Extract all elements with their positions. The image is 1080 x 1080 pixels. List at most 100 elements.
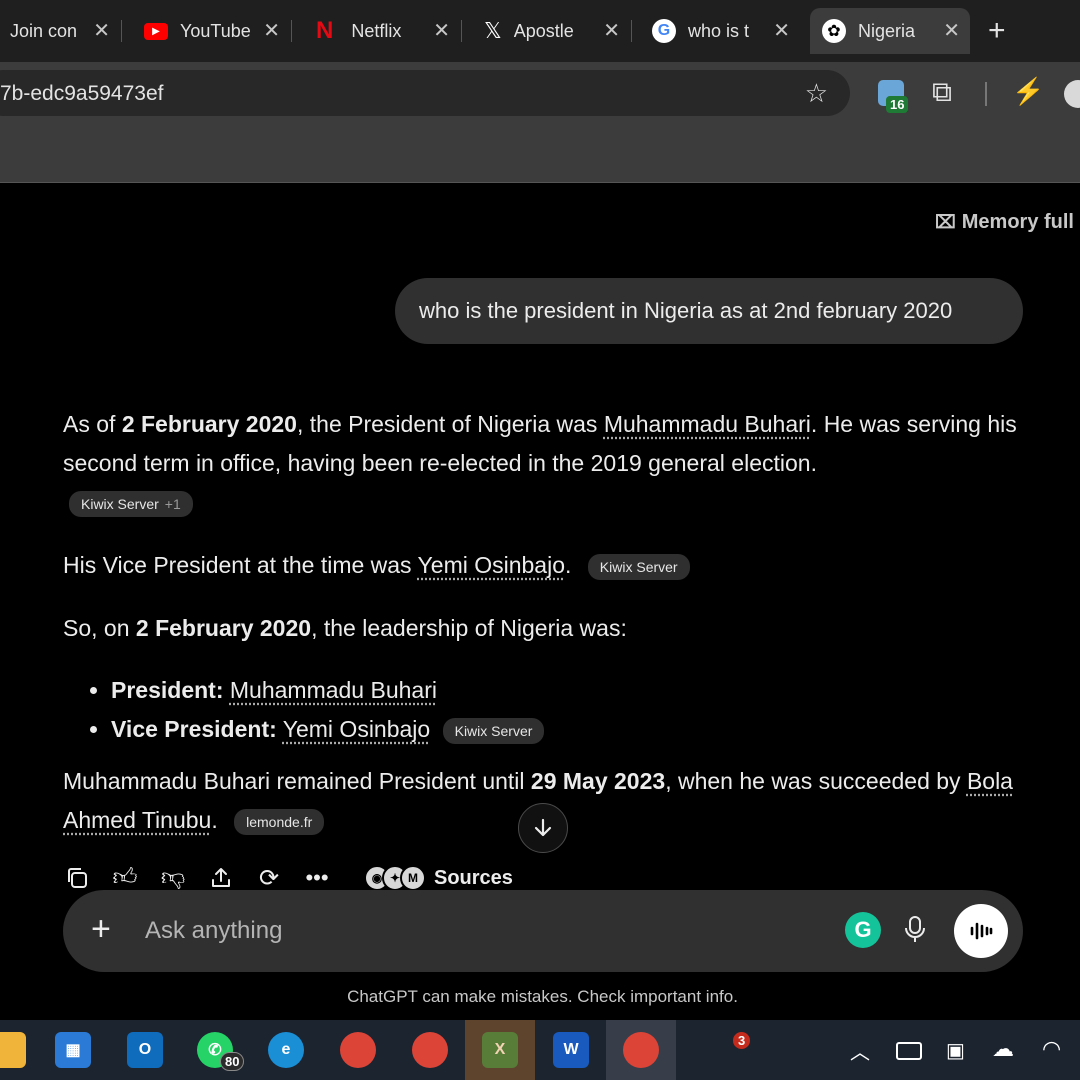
camera-icon[interactable]: ▣ bbox=[946, 1038, 965, 1063]
text: So, on bbox=[63, 615, 136, 641]
scroll-down-button[interactable] bbox=[518, 803, 568, 853]
google-icon: G bbox=[652, 19, 676, 43]
taskbar: ▦ O ✆ 80 e X W 3 ︿ ▣ ☁ ◠ bbox=[0, 1020, 1080, 1080]
leadership-list: President: Muhammadu Buhari Vice Preside… bbox=[63, 671, 545, 749]
voice-mode-button[interactable] bbox=[954, 904, 1008, 958]
tab-nigeria-active[interactable]: ✿ Nigeria ✕ bbox=[810, 8, 970, 54]
puzzle-extensions-icon[interactable]: ⧉ bbox=[932, 76, 952, 109]
add-attachment-button[interactable]: + bbox=[91, 910, 111, 949]
more-icon[interactable]: ••• bbox=[304, 865, 330, 891]
wifi-icon[interactable]: ◠ bbox=[1042, 1036, 1061, 1062]
bold-date: 2 February 2020 bbox=[135, 615, 312, 641]
close-icon[interactable]: ✕ bbox=[603, 18, 620, 43]
share-icon[interactable] bbox=[208, 865, 234, 891]
entity-link-osinbajo[interactable]: Yemi Osinbajo bbox=[283, 716, 430, 742]
tab-title: Join con bbox=[10, 20, 78, 41]
source-pill-kiwix-3[interactable]: Kiwix Server bbox=[442, 717, 545, 744]
excel-active-indicator bbox=[465, 1020, 535, 1080]
thumbs-down-icon[interactable]: 👎︎ bbox=[160, 864, 186, 891]
close-icon[interactable]: ✕ bbox=[433, 18, 450, 43]
tab-separator bbox=[631, 20, 632, 42]
tab-netflix[interactable]: N Netflix ✕ bbox=[300, 8, 462, 54]
lemonde-favicon-icon: M bbox=[400, 865, 426, 891]
grammarly-icon[interactable]: G bbox=[845, 912, 881, 948]
close-icon[interactable]: ✕ bbox=[93, 18, 110, 43]
answer-paragraph-3: So, on 2 February 2020, the leadership o… bbox=[63, 609, 627, 648]
tab-google[interactable]: G who is t ✕ bbox=[640, 8, 800, 54]
thumbs-up-icon[interactable]: 👍︎ bbox=[112, 864, 138, 891]
text: , the leadership of Nigeria was: bbox=[311, 615, 627, 641]
toolbar-divider bbox=[985, 82, 987, 106]
extension-badge: 16 bbox=[886, 96, 909, 113]
chatgpt-icon: ✿ bbox=[822, 19, 846, 43]
user-message-text: who is the president in Nigeria as at 2n… bbox=[419, 298, 953, 323]
tab-join[interactable]: Join con ✕ bbox=[0, 8, 122, 54]
tab-title: who is t bbox=[688, 20, 750, 41]
source-pill-lemonde[interactable]: lemonde.fr bbox=[234, 808, 325, 835]
tab-youtube[interactable]: ▶ YouTube ✕ bbox=[130, 8, 292, 54]
tab-title: YouTube bbox=[180, 20, 251, 41]
bookmark-star-icon[interactable]: ☆ bbox=[805, 78, 828, 109]
close-icon[interactable]: ✕ bbox=[943, 18, 960, 43]
close-icon[interactable]: ✕ bbox=[773, 18, 790, 43]
tab-separator bbox=[291, 20, 292, 42]
regenerate-icon[interactable]: ⟳ bbox=[256, 865, 282, 892]
sources-button[interactable]: ◉ ✦ M Sources bbox=[364, 865, 513, 891]
source-pill-kiwix-1[interactable]: Kiwix Server +1 bbox=[69, 491, 193, 517]
chrome-icon[interactable] bbox=[340, 1032, 376, 1068]
notification-badge: 3 bbox=[733, 1032, 751, 1049]
arrow-down-icon bbox=[534, 818, 552, 837]
answer-paragraph-2: His Vice President at the time was Yemi … bbox=[63, 546, 690, 585]
source-label: Kiwix Server bbox=[81, 496, 159, 512]
text: Muhammadu Buhari remained President unti… bbox=[63, 768, 531, 794]
bold-date: 2 February 2020 bbox=[121, 411, 297, 437]
text: His Vice President at the time was bbox=[63, 552, 418, 578]
memory-indicator[interactable]: ⌧ Memory full bbox=[935, 211, 1074, 234]
tab-title: Apostle bbox=[513, 20, 574, 41]
bookmarks-bar bbox=[0, 124, 1080, 183]
entity-link-osinbajo[interactable]: Yemi Osinbajo bbox=[418, 552, 565, 578]
answer-paragraph-1: As of 2 February 2020, the President of … bbox=[63, 405, 1023, 483]
outlook-icon[interactable]: O bbox=[127, 1032, 163, 1068]
store-icon[interactable]: ▦ bbox=[55, 1032, 91, 1068]
url-text: 7b-edc9a59473ef bbox=[0, 82, 164, 105]
list-item: Vice President: Yemi Osinbajo Kiwix Serv… bbox=[111, 710, 545, 749]
source-pill-kiwix-2[interactable]: Kiwix Server bbox=[587, 553, 690, 580]
user-message-bubble: who is the president in Nigeria as at 2n… bbox=[395, 278, 1023, 344]
tab-x-apostle[interactable]: 𝕏 Apostle ✕ bbox=[470, 8, 632, 54]
list-label: Vice President: bbox=[111, 716, 277, 742]
memory-icon: ⌧ bbox=[935, 212, 956, 232]
cloud-off-icon[interactable]: ☁ bbox=[992, 1036, 1014, 1062]
profile-avatar[interactable] bbox=[1064, 80, 1080, 108]
ask-input[interactable] bbox=[143, 912, 747, 950]
word-icon[interactable]: W bbox=[553, 1032, 589, 1068]
close-icon[interactable]: ✕ bbox=[263, 18, 280, 43]
source-favicons: ◉ ✦ M bbox=[364, 865, 426, 891]
chrome-active-icon[interactable] bbox=[623, 1032, 659, 1068]
tab-separator bbox=[121, 20, 122, 42]
entity-link-buhari[interactable]: Muhammadu Buhari bbox=[230, 677, 437, 703]
microphone-icon[interactable] bbox=[903, 914, 927, 949]
waveform-icon bbox=[970, 922, 993, 940]
tab-separator bbox=[461, 20, 462, 42]
chrome-profile-icon[interactable] bbox=[412, 1032, 448, 1068]
performance-icon[interactable]: ⚡ bbox=[1012, 76, 1044, 107]
sources-label: Sources bbox=[434, 866, 513, 889]
file-explorer-icon[interactable] bbox=[0, 1032, 26, 1068]
entity-link-buhari[interactable]: Muhammadu Buhari bbox=[604, 411, 811, 437]
list-item: President: Muhammadu Buhari bbox=[111, 671, 544, 710]
list-label: President: bbox=[111, 677, 224, 703]
disclaimer: ChatGPT can make mistakes. Check importa… bbox=[347, 987, 738, 1006]
new-tab-button[interactable]: + bbox=[988, 14, 1006, 48]
address-bar[interactable]: 7b-edc9a59473ef ☆ bbox=[0, 70, 850, 116]
composer: + G bbox=[63, 890, 1023, 972]
whatsapp-badge: 80 bbox=[220, 1052, 245, 1071]
tab-title: Nigeria bbox=[858, 20, 916, 41]
chevron-up-icon[interactable]: ︿ bbox=[850, 1036, 870, 1065]
text: , when he was succeeded by bbox=[665, 768, 967, 794]
youtube-icon: ▶ bbox=[144, 22, 168, 40]
edge-icon[interactable]: e bbox=[268, 1032, 304, 1068]
copy-icon[interactable] bbox=[64, 865, 90, 891]
battery-icon[interactable] bbox=[896, 1042, 922, 1060]
text: , the President of Nigeria was bbox=[296, 411, 604, 437]
